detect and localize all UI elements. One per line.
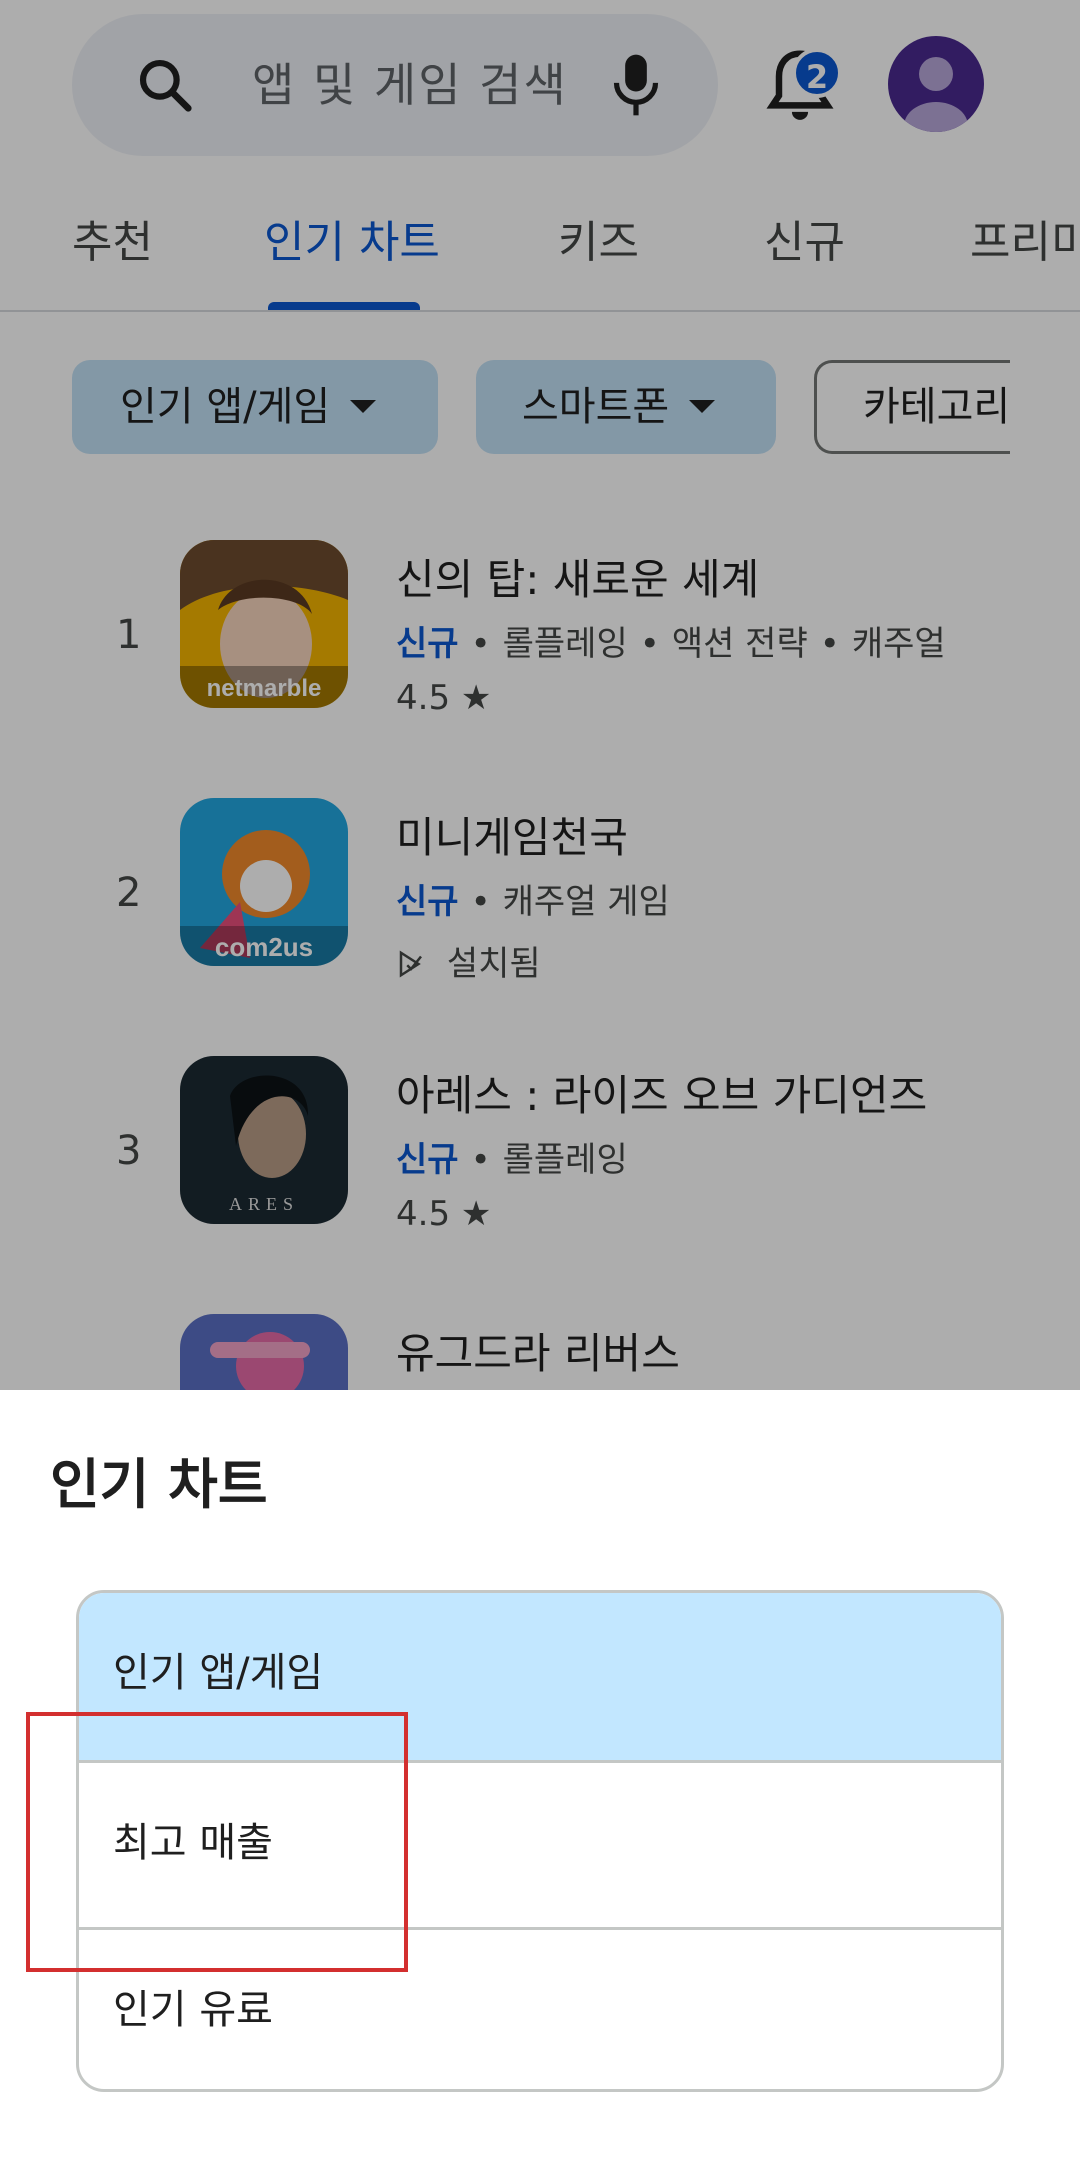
highlight-box bbox=[26, 1712, 408, 1972]
sheet-title: 인기 차트 bbox=[50, 1453, 268, 1516]
modal-scrim[interactable] bbox=[0, 0, 1080, 1390]
